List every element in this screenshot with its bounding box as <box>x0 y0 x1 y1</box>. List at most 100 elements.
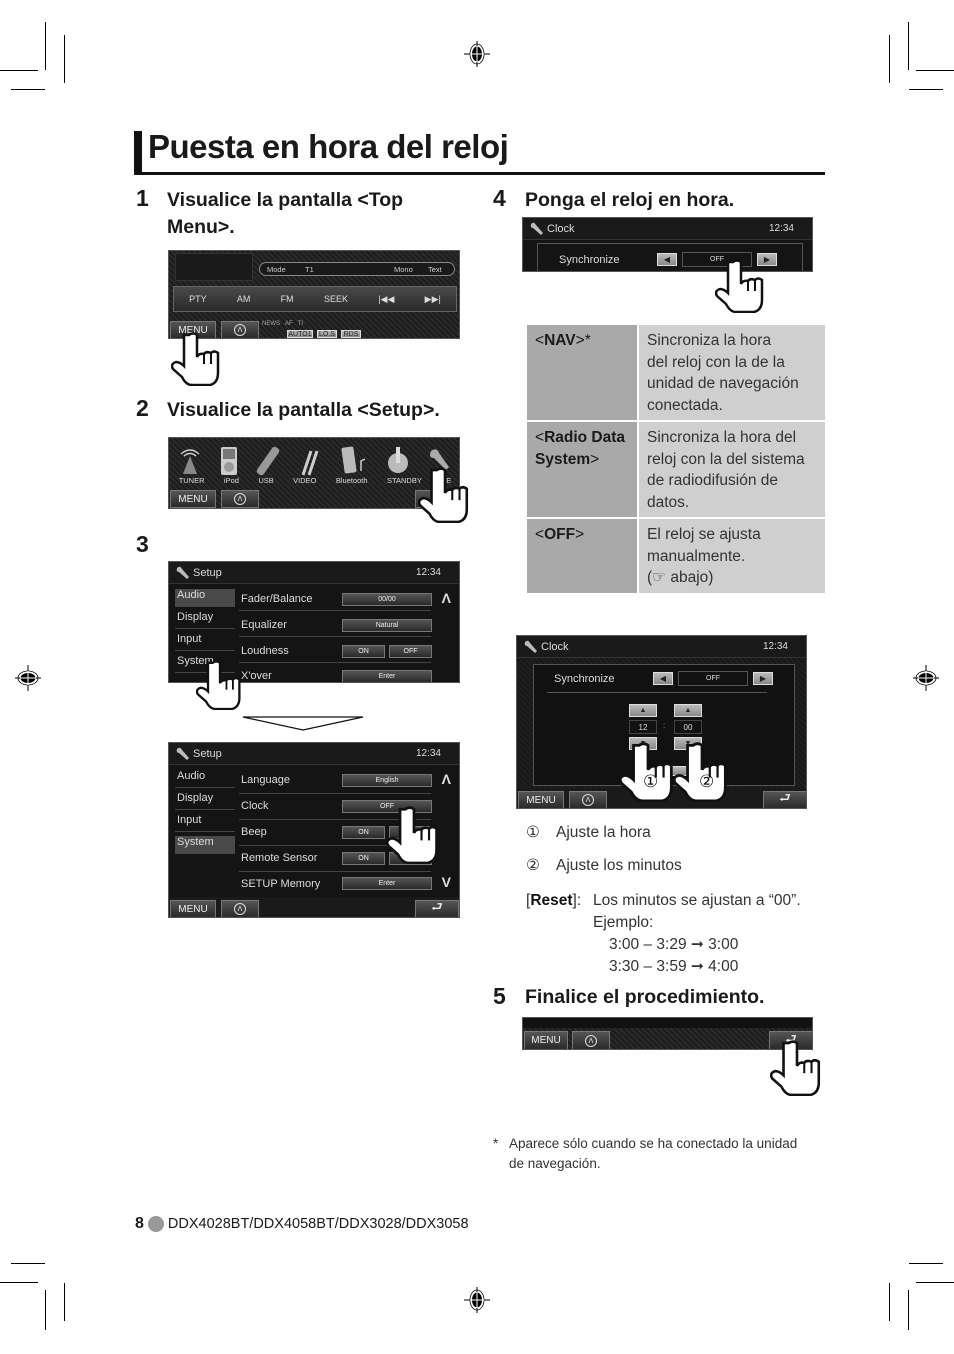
row-label-loudness: Loudness <box>241 645 289 657</box>
navi-button[interactable]: Λ <box>221 900 259 917</box>
prev-button[interactable]: |◀◀ <box>378 294 394 305</box>
crop-mark <box>11 89 45 90</box>
sync-prev-button[interactable]: ◀ <box>653 672 673 685</box>
crop-mark <box>64 35 65 83</box>
pointing-hand-icon <box>418 467 469 523</box>
am-button[interactable]: AM <box>237 294 251 304</box>
menu-button[interactable]: MENU <box>170 490 216 508</box>
sidebar-item-system[interactable]: System <box>175 836 235 854</box>
synchronize-label: Synchronize <box>554 673 615 685</box>
step-1-number: 1 <box>136 185 149 211</box>
page-footer: 8 DDX4028BT/DDX4058BT/DDX3028/DDX3058 <box>135 1215 469 1233</box>
sidebar-item-display[interactable]: Display <box>175 611 235 629</box>
note-marker: ② <box>526 857 540 874</box>
navi-button[interactable]: Λ <box>572 1031 610 1049</box>
back-button[interactable]: ⮐ <box>415 899 459 917</box>
standby-icon[interactable] <box>385 445 411 477</box>
reset-label: Reset <box>530 892 573 909</box>
scroll-up-icon[interactable]: Λ <box>442 771 451 787</box>
next-button[interactable]: ▶▶| <box>425 294 441 305</box>
mode-bar: Mode T1 Mono Text <box>259 262 455 276</box>
example-line: 3:00 – 3:29 ➞ 3:00 <box>609 936 739 953</box>
indicator-row: NEWS AF TI <box>262 321 303 327</box>
navi-icon: Λ <box>234 324 246 336</box>
row-label-fader-balance: Fader/Balance <box>241 593 313 605</box>
bluetooth-icon[interactable] <box>339 445 369 477</box>
scroll-down-icon[interactable]: V <box>442 874 451 890</box>
menu-button[interactable]: MENU <box>518 791 564 808</box>
row-label-setup-memory: SETUP Memory <box>241 878 321 890</box>
rds-button[interactable]: RDS <box>341 330 361 338</box>
video-icon[interactable] <box>297 445 323 477</box>
xover-enter-button[interactable]: Enter <box>342 670 432 682</box>
wrench-icon <box>524 640 537 653</box>
option-desc-nav: Sincroniza la hora del reloj con la de la… <box>639 325 825 420</box>
tuner-icon[interactable] <box>177 446 203 476</box>
crop-mark <box>889 1283 890 1321</box>
band-label: T1 <box>305 265 314 274</box>
sidebar-item-audio[interactable]: Audio <box>175 589 235 607</box>
clock-time: 12:34 <box>768 223 794 234</box>
return-arrow-icon: ⮐ <box>779 790 791 805</box>
screen-header: Setup 12:34 <box>169 562 459 584</box>
setup-memory-enter-button[interactable]: Enter <box>342 877 432 890</box>
equalizer-button[interactable]: Natural <box>342 619 432 632</box>
beep-on-button[interactable]: ON <box>342 826 385 839</box>
af-indicator: AF <box>285 321 293 327</box>
remote-sensor-on-button[interactable]: ON <box>342 852 385 865</box>
sidebar-item-audio[interactable]: Audio <box>175 770 235 788</box>
navi-button[interactable]: Λ <box>569 791 607 808</box>
back-button[interactable]: ⮐ <box>763 790 806 808</box>
title-underline <box>134 172 825 175</box>
return-arrow-icon: ⮐ <box>431 899 443 914</box>
sidebar-item-input[interactable]: Input <box>175 814 235 832</box>
note-text: Ajuste los minutos <box>556 857 682 874</box>
step-5-text: Finalice el procedimiento. <box>525 986 765 1008</box>
row-label-beep: Beep <box>241 826 267 838</box>
menu-button[interactable]: MENU <box>170 900 216 917</box>
sync-prev-button[interactable]: ◀ <box>657 253 677 266</box>
callout-1: ① <box>643 772 659 792</box>
sidebar-item-input[interactable]: Input <box>175 633 235 651</box>
seek-button[interactable]: SEEK <box>324 294 348 304</box>
table-row: <Radio Data System> Sincroniza la hora de… <box>527 422 825 517</box>
sidebar-item-display[interactable]: Display <box>175 792 235 810</box>
fader-balance-button[interactable]: 00/00 <box>342 593 432 606</box>
screen-title: Clock <box>547 223 575 235</box>
navi-button[interactable]: Λ <box>221 321 259 338</box>
artwork-area <box>175 253 253 281</box>
los-button[interactable]: LO.S <box>317 330 337 338</box>
sync-next-button[interactable]: ▶ <box>753 672 773 685</box>
page-number: 8 <box>135 1215 144 1232</box>
screen-header: Clock 12:34 <box>517 636 806 658</box>
language-button[interactable]: English <box>342 774 432 787</box>
navi-icon: Λ <box>234 903 246 915</box>
up-arrow-icon: ▲ <box>684 707 692 714</box>
step-1-line2: Menu>. <box>167 216 235 238</box>
minute-up-button[interactable]: ▲ <box>674 704 702 717</box>
example-line: 3:30 – 3:59 ➞ 4:00 <box>609 958 739 975</box>
row-divider <box>239 636 431 637</box>
source-label-bluetooth: Bluetooth <box>335 476 368 485</box>
ipod-icon[interactable] <box>219 445 239 477</box>
usb-icon[interactable] <box>255 445 281 477</box>
fm-button[interactable]: FM <box>281 294 294 304</box>
loudness-off-button[interactable]: OFF <box>389 645 432 658</box>
left-arrow-icon: ◀ <box>663 255 671 264</box>
row-divider <box>239 610 431 611</box>
screen-title: Clock <box>541 641 569 653</box>
navi-button[interactable]: Λ <box>221 490 259 508</box>
scroll-up-icon[interactable]: Λ <box>442 590 451 606</box>
step-4-text: Ponga el reloj en hora. <box>525 189 735 211</box>
clock-time: 12:34 <box>415 748 441 759</box>
synchronize-label: Synchronize <box>559 254 620 266</box>
row-label-clock: Clock <box>241 800 269 812</box>
auto1-button[interactable]: AUTO1 <box>287 330 313 338</box>
pty-button[interactable]: PTY <box>189 294 207 304</box>
registration-mark-icon <box>15 665 41 691</box>
row-divider <box>239 662 431 663</box>
menu-button[interactable]: MENU <box>524 1031 568 1049</box>
source-icon-row <box>169 442 459 480</box>
loudness-on-button[interactable]: ON <box>342 645 385 658</box>
hour-up-button[interactable]: ▲ <box>629 704 657 717</box>
